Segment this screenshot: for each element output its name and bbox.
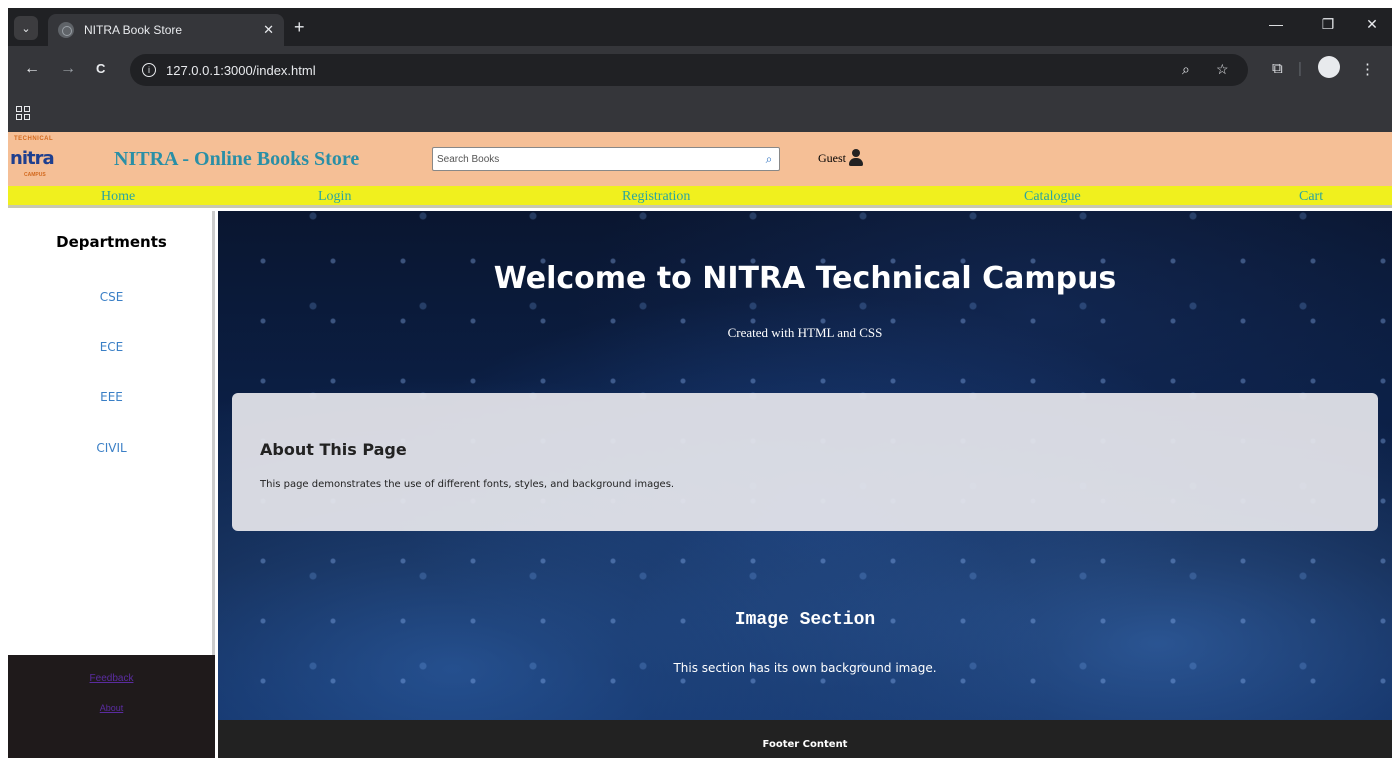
logo-top-text: TECHNICAL — [14, 136, 54, 142]
main-nav: Home Login Registration Catalogue Cart — [8, 186, 1392, 208]
extensions-icon[interactable]: ⧉ — [1272, 60, 1283, 77]
forward-icon[interactable]: → — [60, 60, 76, 78]
nav-cart[interactable]: Cart — [1299, 189, 1323, 205]
search-icon[interactable]: ⌕ — [759, 152, 779, 167]
about-title: About This Page — [260, 440, 407, 459]
dept-link-ece[interactable]: ECE — [8, 340, 215, 354]
browser-menu-icon[interactable]: ⋮ — [1360, 60, 1375, 78]
url-text: 127.0.0.1:3000/index.html — [166, 62, 316, 78]
tab-strip: ⌄ NITRA Book Store ✕ + — ❐ ✕ — [8, 8, 1392, 46]
dept-link-eee[interactable]: EEE — [8, 390, 215, 404]
reload-icon[interactable]: C — [96, 61, 105, 76]
hero-subtitle: Created with HTML and CSS — [727, 325, 883, 340]
restore-icon[interactable]: ❐ — [1316, 16, 1340, 33]
nav-catalogue[interactable]: Catalogue — [1024, 189, 1081, 205]
footer-text: Footer Content — [762, 739, 848, 750]
logo-bottom-text: CAMPUS — [24, 172, 46, 178]
close-window-icon[interactable]: ✕ — [1360, 16, 1384, 33]
apps-grid-icon[interactable] — [16, 106, 30, 120]
browser-window: ⌄ NITRA Book Store ✕ + — ❐ ✕ ← → C i 127… — [8, 8, 1392, 132]
nav-home[interactable]: Home — [101, 189, 135, 205]
search-input[interactable] — [433, 149, 759, 169]
page-footer: Footer Content — [218, 720, 1392, 758]
feedback-link[interactable]: Feedback — [8, 673, 215, 684]
profile-avatar-icon[interactable] — [1318, 56, 1340, 78]
tab-search-button[interactable]: ⌄ — [14, 16, 38, 40]
back-icon[interactable]: ← — [24, 60, 40, 78]
tab-close-icon[interactable]: ✕ — [263, 22, 274, 38]
new-tab-button[interactable]: + — [294, 18, 305, 36]
toolbar-divider: | — [1298, 60, 1302, 77]
browser-toolbar: ← → C i 127.0.0.1:3000/index.html ⌕ ☆ ⧉ … — [8, 46, 1392, 96]
sidebar-footer: Feedback About — [8, 655, 215, 758]
main-content: Welcome to NITRA Technical Campus Create… — [218, 211, 1392, 720]
search-box: ⌕ — [432, 147, 780, 171]
user-status[interactable]: Guest — [818, 149, 863, 167]
chevron-down-icon: ⌄ — [21, 22, 31, 35]
about-section: About This Page This page demonstrates t… — [232, 393, 1378, 531]
browser-tab[interactable]: NITRA Book Store ✕ — [48, 14, 284, 46]
web-page: TECHNICAL nitra CAMPUS NITRA - Online Bo… — [8, 132, 1392, 758]
bookmark-star-icon[interactable]: ☆ — [1216, 61, 1229, 78]
globe-icon — [58, 22, 74, 38]
nav-login[interactable]: Login — [318, 189, 351, 205]
address-bar[interactable]: i 127.0.0.1:3000/index.html ⌕ ☆ — [130, 54, 1248, 86]
hero-title: Welcome to NITRA Technical Campus — [493, 261, 1117, 296]
user-icon — [849, 149, 863, 167]
image-section-text: This section has its own background imag… — [673, 661, 937, 675]
departments-title: Departments — [56, 233, 167, 251]
logo-word: nitra — [10, 148, 55, 169]
site-info-icon[interactable]: i — [142, 63, 156, 77]
nitra-logo[interactable]: TECHNICAL nitra CAMPUS — [10, 136, 58, 180]
departments-sidebar: Departments CSE ECE EEE CIVIL Feedback A… — [8, 211, 215, 758]
site-header: TECHNICAL nitra CAMPUS NITRA - Online Bo… — [8, 132, 1392, 186]
dept-link-cse[interactable]: CSE — [8, 290, 215, 304]
zoom-icon[interactable]: ⌕ — [1182, 61, 1190, 78]
minimize-icon[interactable]: — — [1264, 16, 1288, 32]
image-section-title: Image Section — [734, 610, 876, 630]
dept-link-civil[interactable]: CIVIL — [8, 441, 215, 455]
tab-title: NITRA Book Store — [84, 23, 183, 37]
bookmarks-bar — [8, 96, 1392, 132]
guest-label: Guest — [818, 150, 846, 165]
nav-registration[interactable]: Registration — [622, 189, 690, 205]
about-text: This page demonstrates the use of differ… — [260, 479, 675, 490]
site-title: NITRA - Online Books Store — [114, 148, 360, 170]
about-link[interactable]: About — [8, 703, 215, 713]
